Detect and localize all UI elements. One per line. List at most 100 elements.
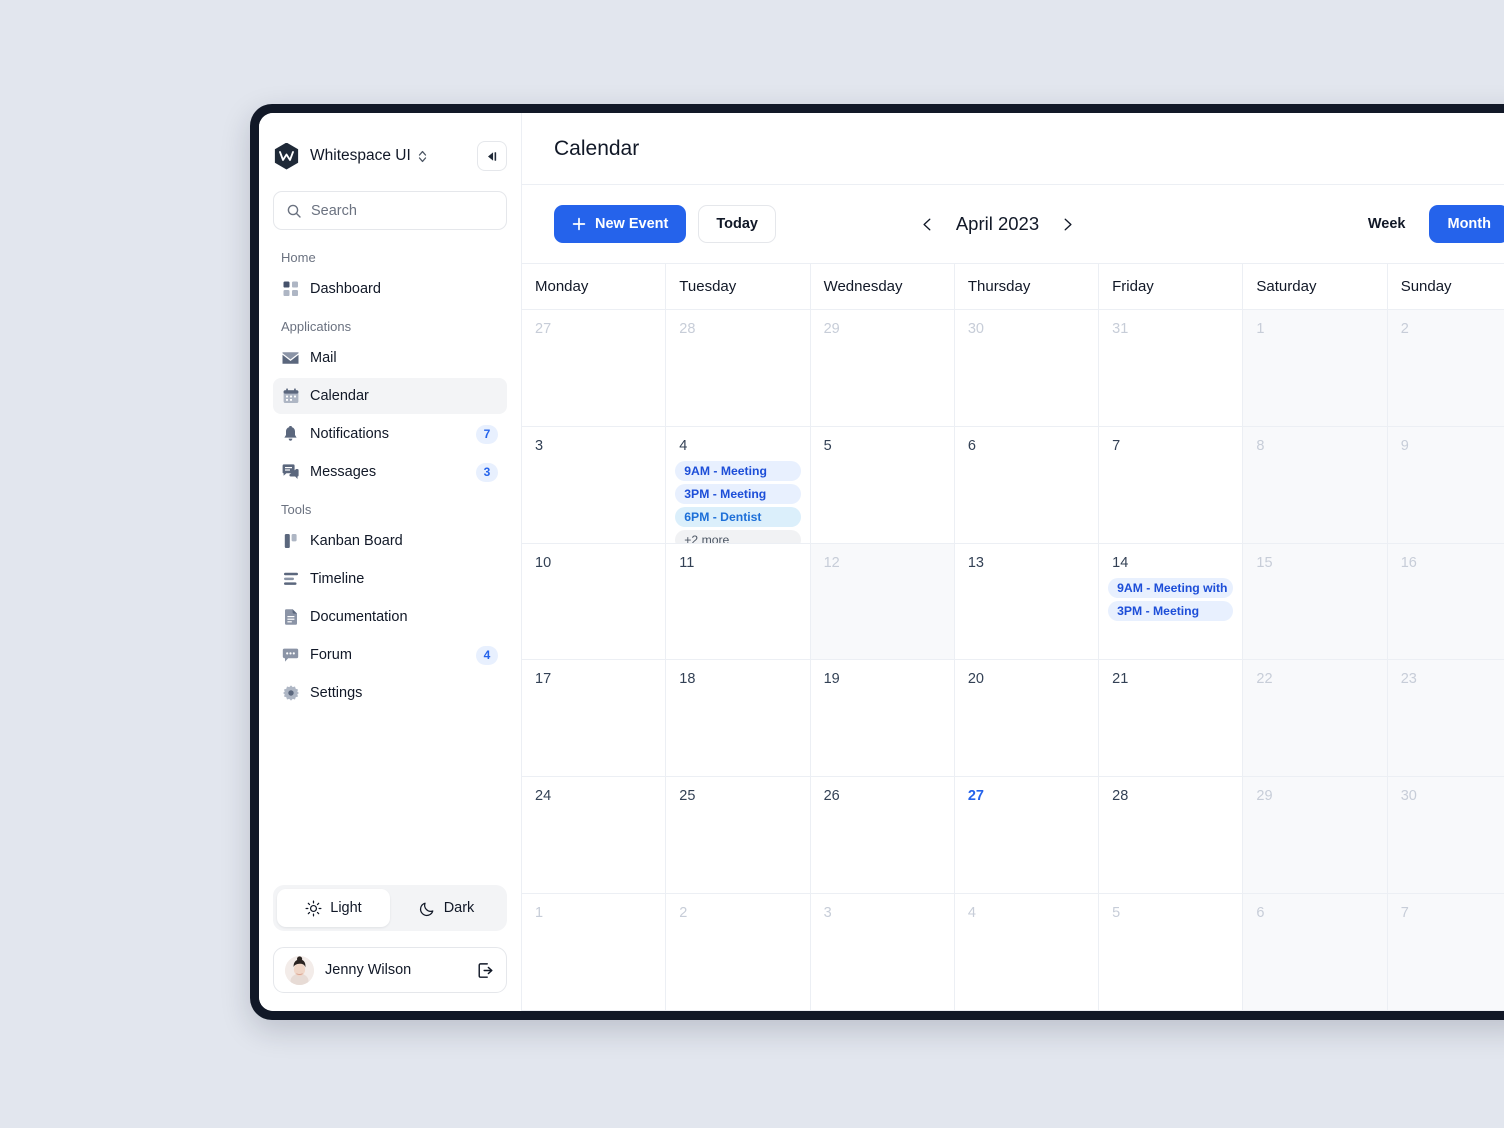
calendar-day-cell[interactable]: 29 [1242, 777, 1387, 894]
calendar-day-cell[interactable]: 30 [953, 310, 1098, 426]
calendar-day-cell[interactable]: 1 [522, 894, 665, 1010]
calendar-day-cell[interactable]: 18 [665, 660, 809, 777]
calendar-day-number: 6 [967, 437, 976, 454]
calendar-day-cell[interactable]: 21 [1098, 660, 1242, 777]
calendar-day-cell[interactable]: 17 [522, 660, 665, 776]
sidebar-item-dashboard[interactable]: Dashboard [273, 271, 507, 307]
calendar-day-number: 25 [679, 788, 696, 805]
calendar-day-number: 29 [1256, 788, 1273, 805]
calendar-day-cell[interactable]: 3 [522, 427, 665, 543]
calendar-day-cell[interactable]: 27 [953, 777, 1098, 894]
sidebar-item-label: Timeline [310, 571, 365, 587]
sidebar-item-calendar[interactable]: Calendar [273, 378, 507, 414]
month-navigation: April 2023 [919, 213, 1076, 235]
calendar-day-number: 9 [1400, 437, 1409, 454]
theme-option-dark[interactable]: Dark [390, 889, 503, 927]
sidebar-item-mail[interactable]: Mail [273, 340, 507, 376]
calendar-day-cell[interactable]: 28 [1098, 777, 1242, 894]
calendar-day-cell[interactable]: 12 [809, 543, 954, 660]
sidebar-item-forum[interactable]: Forum 4 [273, 637, 507, 673]
calendar-day-number: 23 [1400, 671, 1417, 688]
collapse-sidebar-icon[interactable] [477, 141, 507, 171]
new-event-button[interactable]: New Event [554, 205, 687, 243]
sidebar-item-label: Calendar [310, 388, 369, 404]
calendar-day-number: 27 [535, 321, 552, 337]
calendar-day-cell[interactable]: 27 [522, 310, 665, 426]
sidebar-item-documentation[interactable]: Documentation [273, 599, 507, 635]
view-button-week[interactable]: Week [1350, 205, 1424, 243]
sidebar-item-label: Documentation [310, 609, 408, 625]
calendar-day-cell[interactable]: 1 [1242, 310, 1387, 426]
month-label: April 2023 [955, 213, 1040, 234]
sidebar-item-notifications[interactable]: Notifications 7 [273, 416, 507, 452]
theme-option-light[interactable]: Light [277, 889, 390, 927]
calendar-day-cell[interactable]: 3 [809, 894, 954, 1010]
calendar-day-cell[interactable]: 10 [522, 544, 665, 660]
calendar-event-chip[interactable]: 3PM - Meeting [675, 483, 801, 504]
theme-option-light-label: Light [330, 900, 362, 916]
calendar-event-chip[interactable]: 9AM - Meeting with [1108, 577, 1234, 598]
sidebar-item-kanban-board[interactable]: Kanban Board [273, 523, 507, 559]
sidebar-item-label: Settings [310, 685, 363, 701]
calendar-day-number: 4 [967, 905, 976, 922]
calendar-day-cell[interactable]: 29 [809, 310, 954, 426]
calendar-day-number: 7 [1400, 905, 1409, 922]
calendar-day-number: 28 [679, 321, 696, 337]
calendar-day-cell[interactable]: 8 [1242, 426, 1387, 543]
calendar-day-cell[interactable]: 5 [1098, 894, 1242, 1010]
sidebar-item-settings[interactable]: Settings [273, 675, 507, 711]
calendar-day-cell[interactable]: 20 [953, 660, 1098, 777]
calendar-day-cell[interactable]: 23 [1386, 660, 1504, 777]
calendar-day-cell[interactable]: 5 [809, 426, 954, 543]
main-content: Calendar New Event Today April 2023 Week… [522, 113, 1504, 1011]
calendar-day-cell[interactable]: 19 [809, 660, 954, 777]
calendar-day-number: 1 [1256, 321, 1265, 337]
calendar-day-cell[interactable]: 25 [665, 777, 809, 894]
logout-icon[interactable] [476, 961, 495, 980]
calendar-day-number: 30 [1400, 788, 1417, 805]
calendar-day-cell[interactable]: 31 [1098, 310, 1242, 426]
calendar-day-cell[interactable]: 7 [1386, 894, 1504, 1010]
chevron-up-down-icon[interactable] [417, 149, 428, 164]
calendar-day-cell[interactable]: 9 [1386, 426, 1504, 543]
calendar-day-cell[interactable]: 2 [665, 894, 809, 1010]
calendar-day-number: 4 [679, 437, 688, 454]
calendar-day-number: 31 [1112, 321, 1129, 337]
calendar-week-row: 3 4 9AM - Meeting 3PM - Meeting 6PM - Dentis… [522, 426, 1504, 544]
calendar-day-number: 16 [1400, 554, 1417, 571]
sidebar: Whitespace UI Search Home Dashboard Appl… [259, 113, 522, 1011]
dashboard-grid-icon [282, 281, 299, 298]
today-button[interactable]: Today [698, 205, 776, 243]
calendar-day-cell[interactable]: 4 [953, 894, 1098, 1010]
theme-option-dark-label: Dark [443, 900, 475, 916]
calendar-day-cell[interactable]: 24 [522, 777, 665, 893]
calendar-event-chip[interactable]: 9AM - Meeting [675, 460, 801, 481]
sidebar-item-messages[interactable]: Messages 3 [273, 454, 507, 490]
chevron-right-icon[interactable] [1059, 216, 1076, 233]
calendar-more-events-link[interactable]: +2 more [675, 529, 801, 543]
calendar-day-cell[interactable]: 2 [1386, 310, 1504, 426]
calendar-day-cell[interactable]: 30 [1386, 777, 1504, 894]
calendar-day-cell[interactable]: 26 [809, 777, 954, 894]
search-input[interactable] [311, 202, 494, 219]
calendar-day-cell[interactable]: 14 9AM - Meeting with 3PM - Meeting [1098, 543, 1242, 660]
calendar-event-chip[interactable]: 6PM - Dentist [675, 506, 801, 527]
calendar-day-cell[interactable]: 11 [665, 543, 809, 660]
calendar-day-cell[interactable]: 6 [953, 426, 1098, 543]
calendar-day-cell[interactable]: 7 [1098, 426, 1242, 543]
plus-icon [572, 217, 586, 231]
sidebar-item-timeline[interactable]: Timeline [273, 561, 507, 597]
calendar-day-cell[interactable]: 22 [1242, 660, 1387, 777]
calendar-day-cell[interactable]: 13 [953, 543, 1098, 660]
user-card[interactable]: Jenny Wilson [273, 947, 507, 993]
chevron-left-icon[interactable] [919, 216, 936, 233]
calendar-day-cell[interactable]: 6 [1242, 894, 1387, 1010]
calendar-day-cell[interactable]: 28 [665, 310, 809, 426]
view-button-month[interactable]: Month [1429, 205, 1504, 243]
search-box[interactable] [273, 191, 507, 230]
calendar-day-cell[interactable]: 4 9AM - Meeting 3PM - Meeting 6PM - Dentist… [665, 426, 809, 543]
calendar-day-cell[interactable]: 15 [1242, 543, 1387, 660]
calendar-day-number: 15 [1256, 554, 1273, 571]
calendar-event-chip[interactable]: 3PM - Meeting [1108, 600, 1234, 621]
calendar-day-cell[interactable]: 16 [1386, 543, 1504, 660]
